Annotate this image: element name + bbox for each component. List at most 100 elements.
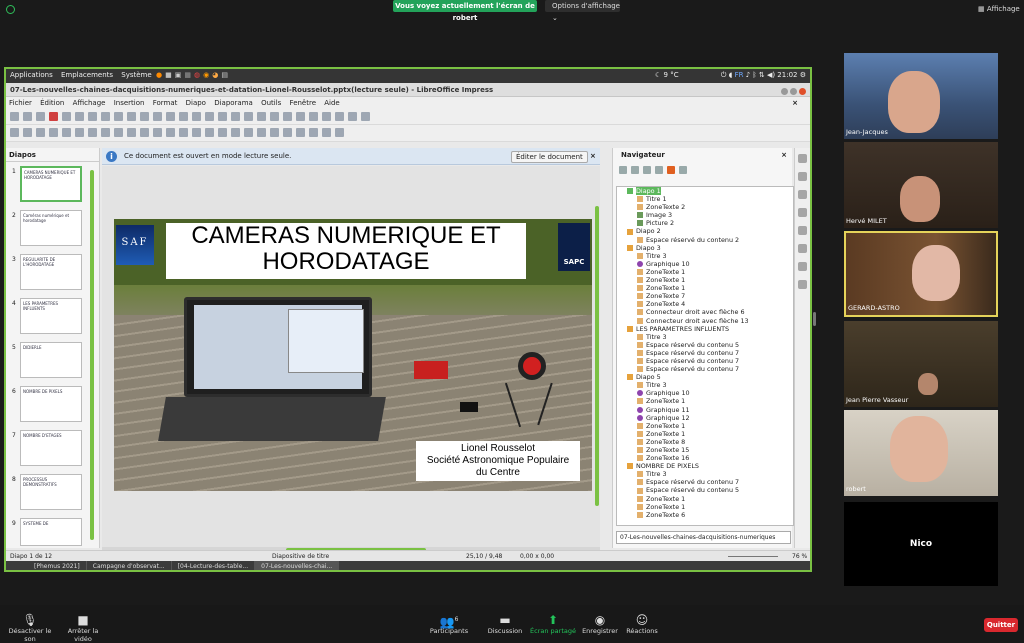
- navigator-shape-node[interactable]: Espace réservé du contenu 7: [617, 478, 793, 486]
- crop-icon[interactable]: [283, 128, 292, 137]
- navigator-shape-node[interactable]: ZoneTexte 1: [617, 430, 793, 438]
- media-icon[interactable]: [231, 112, 240, 121]
- first-slide-icon[interactable]: [619, 166, 627, 174]
- cut-icon[interactable]: [75, 112, 84, 121]
- gallery-icon[interactable]: [798, 244, 807, 253]
- slide-thumb-4[interactable]: LES PARAMETRES INFLUENTS: [20, 298, 82, 334]
- navigator-shape-node[interactable]: Graphique 11: [617, 406, 793, 414]
- image-icon[interactable]: [218, 112, 227, 121]
- menu-slideshow[interactable]: Diaporama: [214, 99, 253, 107]
- spelling-icon[interactable]: [166, 112, 175, 121]
- navigator-shape-node[interactable]: Espace réservé du contenu 2: [617, 236, 793, 244]
- grid-icon[interactable]: [179, 112, 188, 121]
- share-screen-button[interactable]: ⬆ Écran partagé: [530, 613, 576, 635]
- stars-icon[interactable]: [192, 128, 201, 137]
- text-tool-icon[interactable]: [36, 128, 45, 137]
- navigator-shape-node[interactable]: Graphique 10: [617, 389, 793, 397]
- navigator-slide-node[interactable]: Diapo 2: [617, 227, 793, 235]
- close-document-icon[interactable]: ×: [792, 97, 798, 109]
- zoom-slider[interactable]: [728, 556, 778, 557]
- fill-color-icon[interactable]: [49, 128, 58, 137]
- video-tile-robert[interactable]: robert: [844, 410, 998, 496]
- app-icon-2[interactable]: ◕: [212, 71, 221, 79]
- shapes-filter-icon[interactable]: [679, 166, 687, 174]
- navigator-shape-node[interactable]: ZoneTexte 1: [617, 268, 793, 276]
- navigator-shape-node[interactable]: Connecteur droit avec flèche 6: [617, 308, 793, 316]
- basic-shapes-icon[interactable]: [127, 128, 136, 137]
- line-icon[interactable]: [75, 128, 84, 137]
- navigator-shape-node[interactable]: Titre 3: [617, 333, 793, 341]
- callouts-icon[interactable]: [179, 128, 188, 137]
- navigator-slide-node[interactable]: NOMBRE DE PIXELS: [617, 462, 793, 470]
- symbol-shapes-icon[interactable]: [140, 128, 149, 137]
- gnome-menu-places[interactable]: Emplacements: [61, 71, 113, 79]
- navigator-shape-node[interactable]: ZoneTexte 1: [617, 276, 793, 284]
- navigator-shape-node[interactable]: ZoneTexte 1: [617, 397, 793, 405]
- settings-gear-icon[interactable]: ⚙: [800, 71, 806, 79]
- navigator-shape-node[interactable]: ZoneTexte 1: [617, 503, 793, 511]
- navigator-shape-node[interactable]: Graphique 10: [617, 260, 793, 268]
- open-icon[interactable]: [23, 112, 32, 121]
- menu-help[interactable]: Aide: [324, 99, 339, 107]
- duplicate-slide-icon[interactable]: [309, 112, 318, 121]
- video-tile-herve-milet[interactable]: Hervé MILET: [844, 142, 998, 228]
- properties-icon[interactable]: [798, 154, 807, 163]
- menu-slide[interactable]: Diapo: [186, 99, 206, 107]
- slide-title[interactable]: CAMERAS NUMERIQUE ET HORODATAGE: [166, 223, 526, 279]
- slide-thumb-9[interactable]: SYSTEME DE: [20, 518, 82, 546]
- textbox-icon[interactable]: [257, 112, 266, 121]
- save-icon[interactable]: [36, 112, 45, 121]
- menu-edit[interactable]: Édition: [40, 99, 64, 107]
- menu-insert[interactable]: Insertion: [114, 99, 145, 107]
- stellarium-icon[interactable]: ◍: [194, 71, 203, 79]
- speaker-icon[interactable]: ◀): [767, 71, 775, 79]
- slide-transition-icon[interactable]: [798, 172, 807, 181]
- app-icon[interactable]: ◉: [203, 71, 212, 79]
- new-icon[interactable]: [10, 112, 19, 121]
- firefox-icon[interactable]: ●: [156, 71, 165, 79]
- gnome-menu-system[interactable]: Système: [121, 71, 151, 79]
- navigator-shape-node[interactable]: ZoneTexte 1: [617, 422, 793, 430]
- close-navigator-icon[interactable]: ×: [781, 148, 787, 162]
- zoom-icon[interactable]: [23, 128, 32, 137]
- navigator-shape-node[interactable]: Espace réservé du contenu 7: [617, 349, 793, 357]
- navigator-shape-node[interactable]: ZoneTexte 1: [617, 495, 793, 503]
- slide-thumb-3[interactable]: REGULARITE DE L'HORODATAGE: [20, 254, 82, 290]
- curve-icon[interactable]: [101, 128, 110, 137]
- video-tile-nico[interactable]: Nico: [844, 502, 998, 586]
- stop-video-button[interactable]: ■ Arrêter la vidéo: [58, 613, 108, 643]
- navigator-shape-node[interactable]: Espace réservé du contenu 5: [617, 341, 793, 349]
- calc-icon[interactable]: ▦: [184, 71, 194, 79]
- participants-button[interactable]: 👥6 Participants: [428, 613, 470, 635]
- panel-splitter[interactable]: [813, 312, 816, 326]
- slide-thumb-2[interactable]: Caméras numérique et horodatage: [20, 210, 82, 246]
- menu-format[interactable]: Format: [153, 99, 178, 107]
- navigator-shape-node[interactable]: ZoneTexte 6: [617, 511, 793, 519]
- terminal-icon[interactable]: ▣: [175, 71, 185, 79]
- print-icon[interactable]: [62, 112, 71, 121]
- layout-button[interactable]: ▦ Affichage: [978, 5, 1020, 13]
- slide-canvas[interactable]: SAF SAPC CAMERAS NUMERIQUE ET HORODATAGE…: [114, 219, 592, 491]
- navigator-shape-node[interactable]: ZoneTexte 2: [617, 203, 793, 211]
- slides-scrollbar[interactable]: [90, 170, 94, 540]
- navigator-shape-node[interactable]: ZoneTexte 7: [617, 292, 793, 300]
- slide-thumb-1[interactable]: CAMERAS NUMERIQUE ET HORODATAGE: [20, 166, 82, 202]
- gnome-menu-applications[interactable]: Applications: [10, 71, 53, 79]
- special-char-icon[interactable]: [270, 112, 279, 121]
- screenshot-icon[interactable]: ▤: [221, 71, 231, 79]
- flowchart-icon[interactable]: [166, 128, 175, 137]
- bell-icon[interactable]: ♪: [746, 71, 750, 79]
- navigator-shape-node[interactable]: Titre 1: [617, 195, 793, 203]
- slide-thumb-6[interactable]: NOMBRE DE PIXELS: [20, 386, 82, 422]
- slide-thumb-7[interactable]: NOMBRE D'ETAGES: [20, 430, 82, 466]
- navigator-slide-node[interactable]: Diapo 1: [617, 187, 793, 196]
- line-color-icon[interactable]: [62, 128, 71, 137]
- arrange-icon[interactable]: [244, 128, 253, 137]
- video-tile-jean-jacques[interactable]: Jean-Jacques: [844, 53, 998, 139]
- video-tile-gerard-astro[interactable]: GERARD-ASTRO: [844, 231, 998, 317]
- launcher-icons[interactable]: ●■▣▦◍◉◕▤: [156, 71, 231, 79]
- files-icon[interactable]: ■: [165, 71, 175, 79]
- display-views-icon[interactable]: [192, 112, 201, 121]
- select-icon[interactable]: [10, 128, 19, 137]
- close-infobar-icon[interactable]: ×: [590, 148, 596, 165]
